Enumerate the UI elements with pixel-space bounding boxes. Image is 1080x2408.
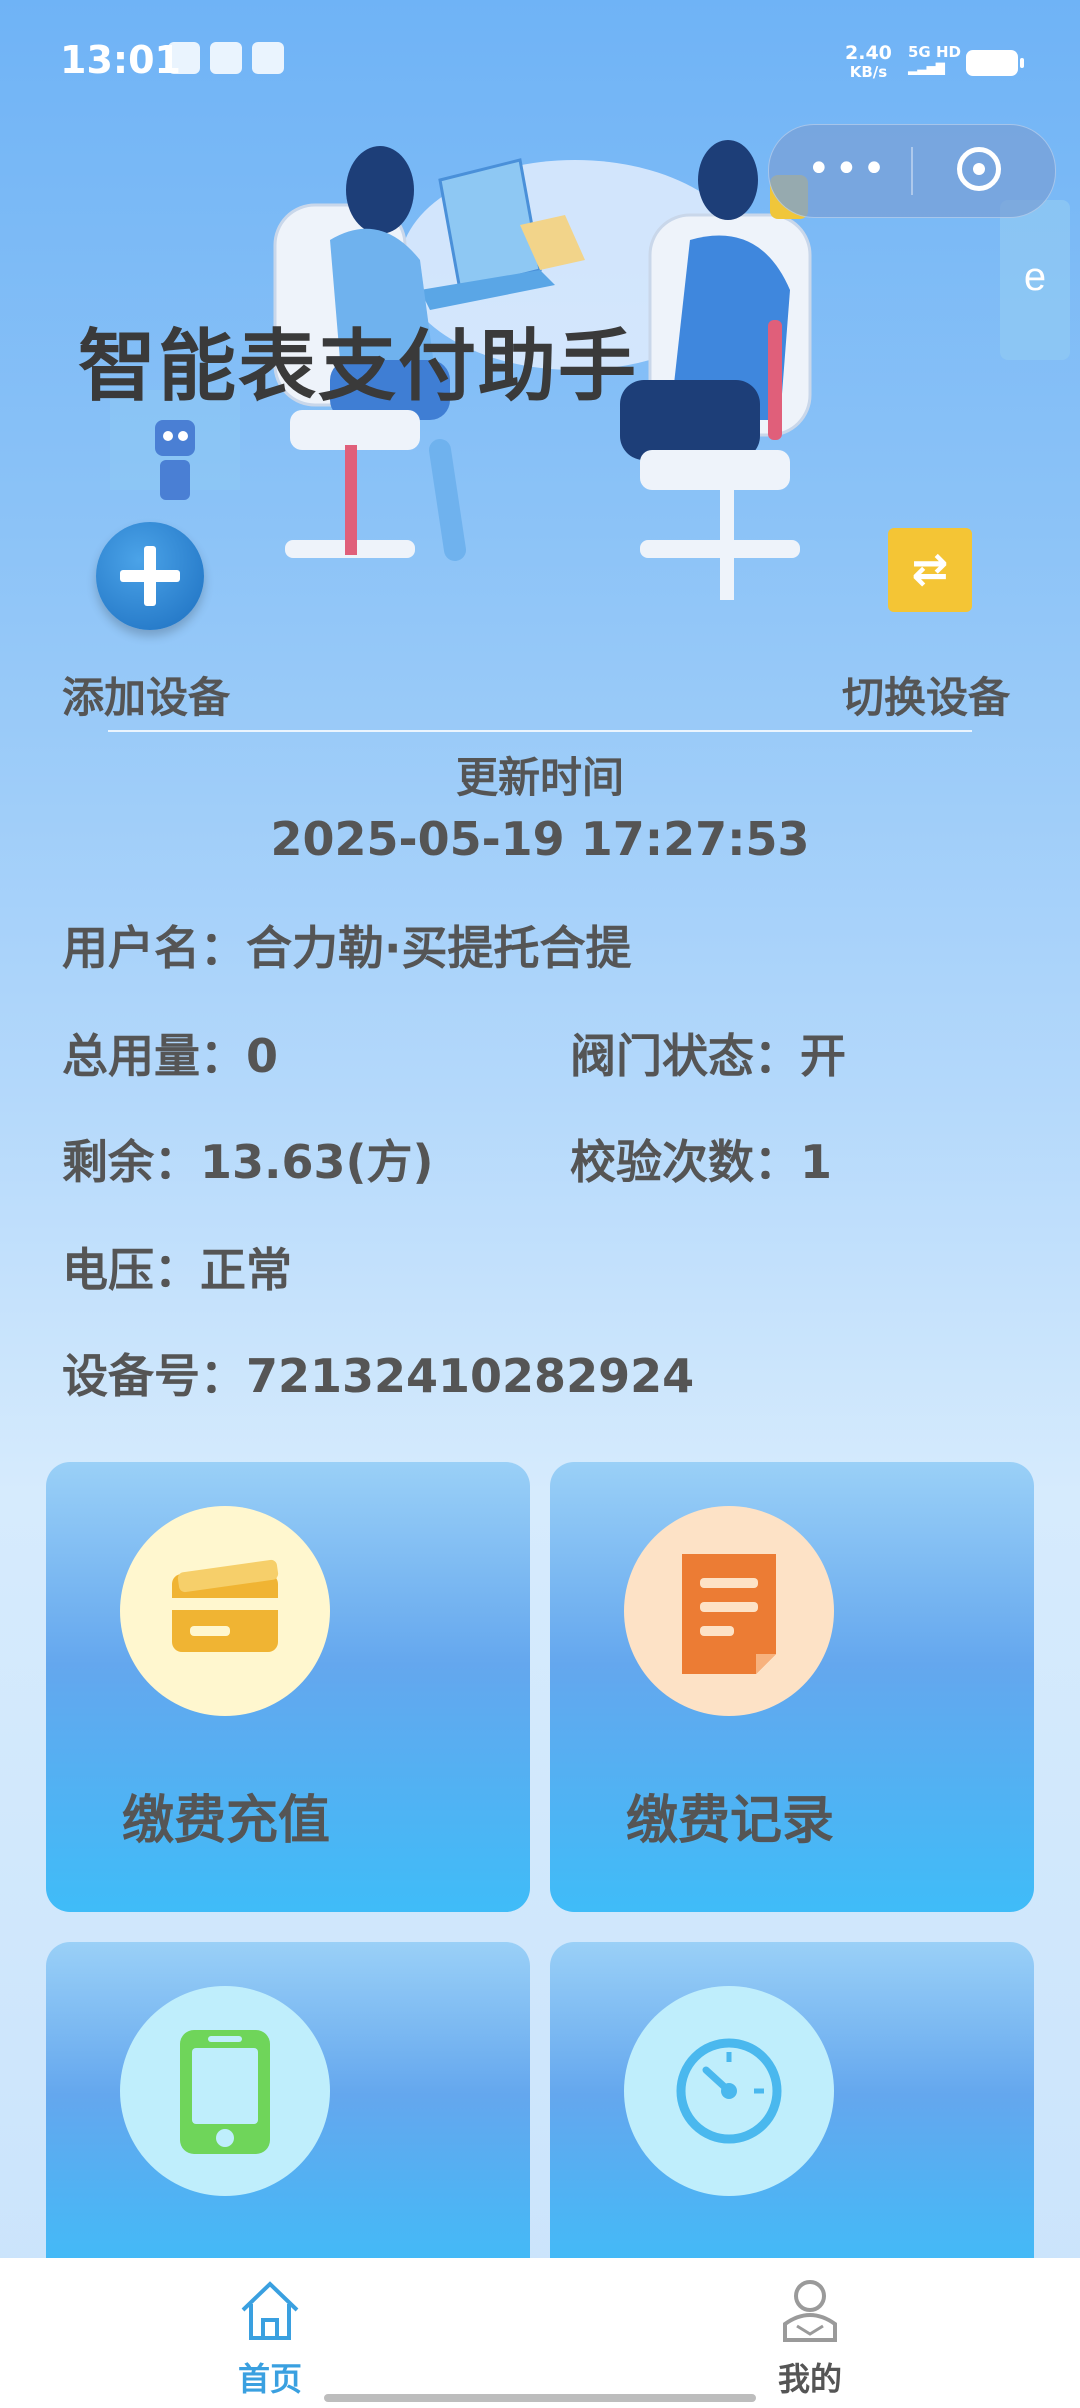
miniprogram-capsule: ••• xyxy=(768,124,1056,218)
status-bar: 13:01 2.40 KB/s 5G HD ▂▃▅▇ xyxy=(0,0,1080,120)
more-dots-icon[interactable]: ••• xyxy=(807,149,890,189)
device-number-text: 设备号：72132410282924 xyxy=(62,1349,695,1403)
phone-icon xyxy=(180,2030,270,2154)
phone-icon-circle xyxy=(120,1986,330,2196)
add-device-button[interactable] xyxy=(96,522,204,630)
home-indicator[interactable] xyxy=(324,2394,756,2402)
signal-bars-icon: ▂▃▅▇ xyxy=(908,61,945,75)
voltage-text: 电压：正常 xyxy=(62,1243,292,1297)
signal-text: 5G HD xyxy=(908,43,961,61)
recharge-label: 缴费充值 xyxy=(122,1791,331,1851)
home-icon xyxy=(241,2281,299,2340)
app-notification-icon xyxy=(210,42,242,74)
network-speed-value: 2.40 xyxy=(845,42,892,64)
capsule-divider xyxy=(911,147,913,195)
network-speed-unit: KB/s xyxy=(849,63,888,81)
update-time-value: 2025-05-19 17:27:53 xyxy=(270,812,810,866)
network-speed: 2.40 KB/s xyxy=(845,44,892,82)
switch-device-button[interactable]: ⇄ xyxy=(888,528,972,612)
gauge-icon xyxy=(676,2038,782,2144)
svg-text:e: e xyxy=(1024,255,1046,299)
check-count-text: 校验次数：1 xyxy=(570,1135,833,1189)
tab-home[interactable]: 首页 xyxy=(170,2258,370,2408)
phone-card[interactable] xyxy=(46,1942,530,2282)
add-device-label[interactable]: 添加设备 xyxy=(62,664,230,725)
payment-record-card[interactable]: 缴费记录 xyxy=(550,1462,1034,1912)
recharge-card[interactable]: 缴费充值 xyxy=(46,1462,530,1912)
status-time: 13:01 xyxy=(60,38,181,82)
valve-status-text: 阀门状态：开 xyxy=(570,1029,846,1083)
call-icon xyxy=(168,42,200,74)
tab-mine[interactable]: 我的 xyxy=(710,2258,910,2408)
record-icon-circle xyxy=(624,1506,834,1716)
switch-device-label[interactable]: 切换设备 xyxy=(842,664,1010,725)
total-usage-text: 总用量：0 xyxy=(62,1029,279,1083)
username-text: 用户名：合力勒·买提托合提 xyxy=(62,921,632,975)
remaining-text: 剩余：13.63(方) xyxy=(62,1135,434,1189)
user-icon xyxy=(783,2280,837,2342)
update-time-label: 更新时间 xyxy=(455,753,624,802)
record-document-icon xyxy=(682,1554,776,1674)
recharge-icon-circle xyxy=(120,1506,330,1716)
switch-icon: ⇄ xyxy=(911,544,949,595)
app-title: 智能表支付助手 xyxy=(78,322,639,412)
meter-reading-card[interactable] xyxy=(550,1942,1034,2282)
payment-record-label: 缴费记录 xyxy=(626,1791,835,1851)
bottom-tab-bar: 首页 我的 xyxy=(0,2258,1080,2408)
header-divider xyxy=(108,730,972,732)
close-miniprogram-icon[interactable] xyxy=(957,147,1001,191)
gauge-icon-circle xyxy=(624,1986,834,2196)
wallet-card-icon xyxy=(172,1559,279,1652)
app-notification-icon xyxy=(252,42,284,74)
signal-indicator: 5G HD ▂▃▅▇ xyxy=(908,44,961,76)
status-notification-icons xyxy=(168,42,284,74)
battery-icon xyxy=(966,50,1024,76)
